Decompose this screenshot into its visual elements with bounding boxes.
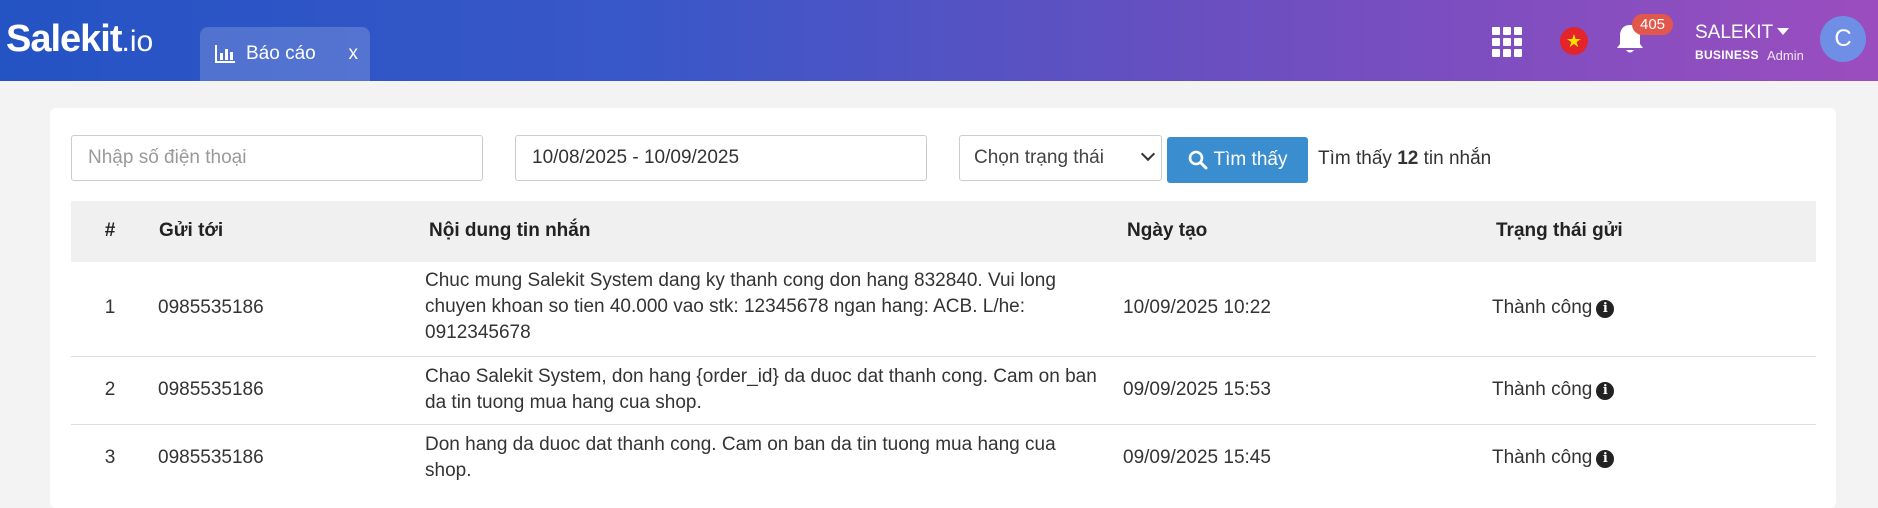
row-content: Chuc mung Salekit System dang ky thanh c… [425, 270, 1056, 343]
date-range-input[interactable] [515, 135, 927, 181]
status-select-value: Chọn trạng thái [974, 147, 1104, 168]
row-recipient: 0985535186 [158, 447, 264, 468]
bar-chart-icon [215, 45, 235, 63]
row-num: 2 [104, 379, 116, 400]
row-status: Thành công i [1492, 297, 1615, 319]
status-select[interactable]: Chọn trạng thái [959, 135, 1162, 181]
row-num: 1 [104, 297, 116, 318]
table-row[interactable]: 3 0985535186 Don hang da duoc dat thanh … [71, 425, 1816, 493]
info-icon[interactable]: i [1596, 382, 1615, 400]
tab-label: Báo cáo [246, 43, 316, 64]
tab-reports[interactable]: Báo cáo x [200, 27, 370, 81]
user-plan: BUSINESS [1695, 48, 1759, 62]
row-status: Thành công i [1492, 379, 1615, 401]
table-row[interactable]: 2 0985535186 Chao Salekit System, don ha… [71, 357, 1816, 425]
caret-down-icon [1777, 28, 1790, 35]
chevron-down-icon [1140, 146, 1156, 162]
top-navbar: Salekit.io Báo cáo x ★ 405 SALEKIT BUSIN… [0, 0, 1878, 81]
header-created: Ngày tạo [1127, 220, 1208, 241]
row-recipient: 0985535186 [158, 297, 264, 318]
header-num: # [104, 220, 116, 241]
tab-close-button[interactable]: x [349, 43, 359, 65]
row-created: 10/09/2025 10:22 [1123, 297, 1271, 318]
messages-table: # Gửi tới Nội dung tin nhắn Ngày tạo Trạ… [71, 201, 1816, 493]
row-recipient: 0985535186 [158, 379, 264, 400]
row-content: Don hang da duoc dat thanh cong. Cam on … [425, 434, 1056, 481]
row-content: Chao Salekit System, don hang {order_id}… [425, 366, 1097, 413]
user-menu[interactable]: SALEKIT [1695, 22, 1790, 44]
search-button[interactable]: Tìm thấy [1167, 137, 1308, 183]
app-logo[interactable]: Salekit.io [6, 18, 153, 61]
row-num: 3 [104, 447, 116, 468]
table-row[interactable]: 1 0985535186 Chuc mung Salekit System da… [71, 262, 1816, 357]
header-status: Trạng thái gửi [1496, 220, 1623, 241]
vietnam-flag-icon[interactable]: ★ [1560, 27, 1588, 55]
user-role: Admin [1767, 48, 1804, 63]
header-to: Gửi tới [159, 220, 224, 241]
avatar[interactable]: C [1820, 16, 1866, 62]
row-created: 09/09/2025 15:45 [1123, 447, 1271, 468]
report-card: Chọn trạng thái Tìm thấy Tìm thấy 12 tin… [50, 108, 1836, 508]
info-icon[interactable]: i [1596, 300, 1615, 318]
notification-badge: 405 [1632, 14, 1674, 35]
search-icon [1188, 150, 1208, 170]
phone-search-input[interactable] [71, 135, 483, 181]
row-status: Thành công i [1492, 447, 1615, 469]
header-content: Nội dung tin nhắn [429, 220, 591, 241]
info-icon[interactable]: i [1596, 450, 1615, 468]
apps-grid-icon[interactable] [1492, 27, 1522, 57]
row-created: 09/09/2025 15:53 [1123, 379, 1271, 400]
result-count: Tìm thấy 12 tin nhắn [1318, 148, 1492, 169]
table-header: # Gửi tới Nội dung tin nhắn Ngày tạo Trạ… [71, 201, 1816, 262]
